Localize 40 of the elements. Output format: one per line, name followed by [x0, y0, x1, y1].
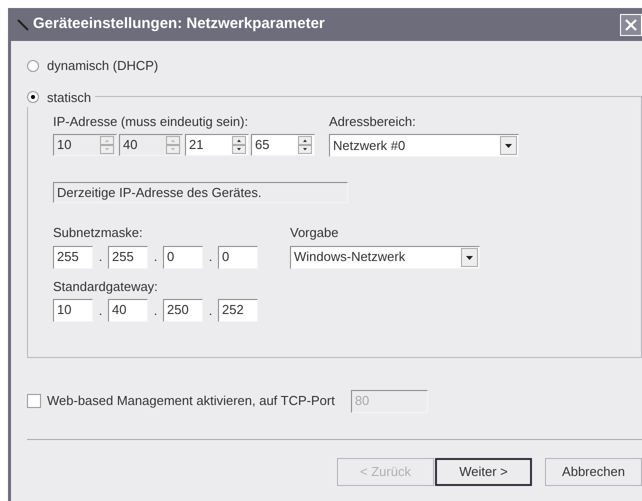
dot-separator: .	[152, 302, 158, 320]
field-label: Subnetzmaske:	[53, 224, 144, 242]
octet-field[interactable]: 255	[53, 246, 93, 268]
dialog-button[interactable]: Weiter >	[435, 458, 532, 486]
octet-field[interactable]: 10	[53, 299, 93, 322]
field-label: Standardgateway:	[53, 278, 159, 296]
field-label: Vorgabe	[290, 224, 340, 242]
info-field: Derzeitige IP-Adresse des Gerätes.	[53, 182, 348, 203]
caret-icon[interactable]	[461, 248, 478, 266]
spinner-icon[interactable]	[298, 136, 312, 154]
close-button[interactable]	[620, 14, 642, 36]
radio-label: statisch	[47, 88, 92, 106]
spin-field[interactable]: 65	[251, 134, 315, 156]
dot-separator: .	[208, 248, 214, 266]
dropdown[interactable]: Netzwerk #0	[329, 134, 519, 157]
dot-separator: .	[152, 248, 158, 266]
octet-field[interactable]: 255	[108, 246, 148, 268]
octet-field[interactable]: 0	[218, 246, 258, 268]
octet-field[interactable]: 0	[163, 246, 203, 268]
field-label: IP-Adresse (muss eindeutig sein):	[53, 112, 250, 131]
radio-button[interactable]	[27, 60, 39, 72]
dot-separator: .	[98, 248, 104, 266]
checkbox-label: Web-based Management aktivieren, auf TCP-Port	[47, 392, 335, 410]
window-title: Geräteeinstellungen: Netzwerkparameter	[33, 14, 326, 34]
spinner-icon[interactable]	[232, 136, 246, 154]
checkbox[interactable]	[27, 394, 41, 408]
wrench-icon	[17, 18, 29, 30]
caret-icon[interactable]	[500, 136, 517, 155]
radio-label: dynamisch (DHCP)	[47, 57, 158, 75]
dropdown[interactable]: Windows-Netzwerk	[290, 246, 480, 268]
close-icon	[624, 18, 638, 32]
octet-field[interactable]: 40	[108, 299, 148, 322]
field-label: Adressbereich:	[329, 112, 417, 130]
dot-separator: .	[208, 302, 214, 320]
radio-button[interactable]	[27, 91, 39, 104]
dialog-button[interactable]: Abbrechen	[545, 458, 642, 486]
spin-field[interactable]: 21	[185, 134, 249, 156]
octet-field[interactable]: 252	[218, 299, 258, 322]
octet-field[interactable]: 250	[163, 299, 203, 322]
dot-separator: .	[98, 302, 104, 320]
